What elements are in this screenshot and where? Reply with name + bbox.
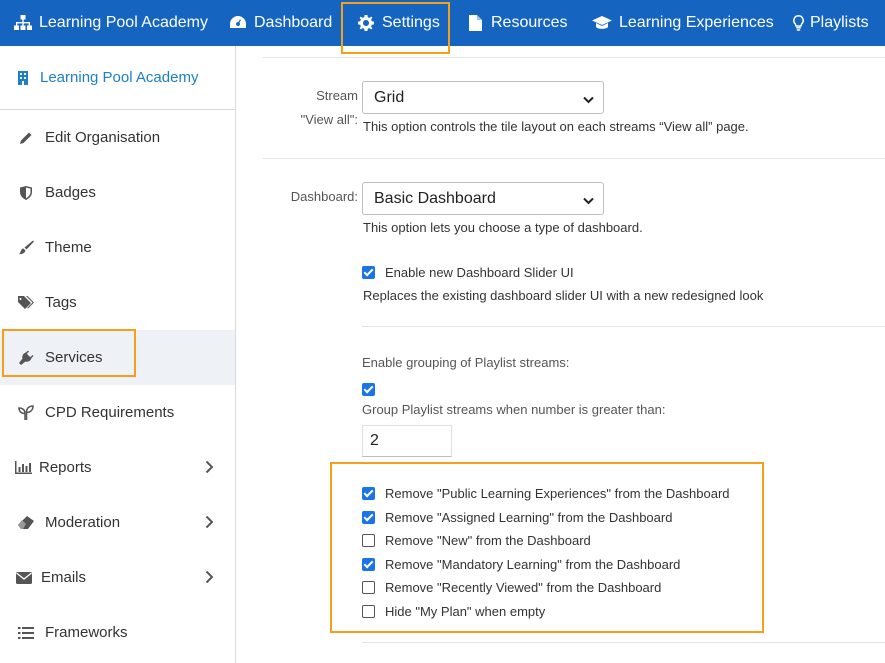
stream-view-all-select[interactable]: Grid: [362, 81, 604, 114]
divider: [263, 158, 885, 159]
chevron-down-icon: [583, 193, 594, 211]
tags-icon: [17, 295, 35, 310]
chevron-right-icon: [205, 515, 214, 531]
top-navigation-bar: Learning Pool Academy Dashboard Settings…: [0, 0, 885, 46]
select-value: Basic Dashboard: [374, 189, 496, 207]
settings-panel: Stream "View all": Grid This option cont…: [236, 46, 885, 663]
divider: [263, 57, 885, 58]
nav-playlists[interactable]: Playlists: [792, 0, 869, 46]
remove-mandatory-learning-checkbox[interactable]: [362, 558, 375, 571]
sidebar-item-emails[interactable]: Emails: [0, 550, 235, 605]
stream-label: Stream "View all":: [276, 84, 358, 132]
nav-settings[interactable]: Settings: [357, 0, 440, 46]
slider-ui-help-text: Replaces the existing dashboard slider U…: [363, 288, 764, 303]
sidebar-item-label: Tags: [45, 294, 77, 311]
sidebar-item-frameworks[interactable]: Frameworks: [0, 605, 235, 660]
nav-label: Learning Experiences: [619, 14, 774, 31]
remove-option-label: Hide "My Plan" when empty: [385, 604, 546, 619]
sidebar-header-label: Learning Pool Academy: [40, 69, 199, 86]
plug-icon: [17, 350, 35, 365]
paintbrush-icon: [17, 240, 35, 255]
sidebar-item-label: Badges: [45, 184, 96, 201]
sidebar-item-services[interactable]: Services: [0, 330, 235, 385]
nav-label: Settings: [382, 14, 440, 31]
sidebar-item-label: Theme: [45, 239, 92, 256]
grouping-title: Enable grouping of Playlist streams:: [362, 355, 570, 370]
sidebar-item-label: Reports: [39, 459, 92, 476]
sidebar-item-label: Edit Organisation: [45, 129, 161, 146]
divider: [362, 326, 885, 327]
sidebar-header[interactable]: Learning Pool Academy: [0, 46, 235, 110]
lightbulb-icon: [792, 14, 804, 32]
remove-recently-viewed-checkbox[interactable]: [362, 581, 375, 594]
sidebar-item-label: Emails: [41, 569, 87, 586]
nav-resources[interactable]: Resources: [466, 0, 567, 46]
dashboard-type-select[interactable]: Basic Dashboard: [362, 182, 604, 215]
select-value: Grid: [374, 88, 405, 106]
nav-label: Resources: [491, 14, 568, 31]
sidebar-item-cpd-requirements[interactable]: CPD Requirements: [0, 385, 235, 440]
seedling-icon: [17, 405, 35, 420]
nav-label: Playlists: [810, 14, 869, 31]
file-icon: [466, 14, 484, 32]
remove-option-label: Remove "Recently Viewed" from the Dashbo…: [385, 580, 662, 595]
list-icon: [17, 626, 35, 639]
stream-help-text: This option controls the tile layout on …: [363, 119, 749, 134]
remove-option-label: Remove "Assigned Learning" from the Dash…: [385, 510, 673, 525]
eraser-icon: [17, 516, 35, 529]
graduation-cap-icon: [592, 14, 612, 32]
sidebar-item-label: Frameworks: [45, 624, 128, 641]
remove-new-checkbox[interactable]: [362, 534, 375, 547]
slider-ui-checkbox[interactable]: [362, 266, 375, 279]
hide-my-plan-checkbox[interactable]: [362, 605, 375, 618]
grouping-checkbox[interactable]: [362, 383, 375, 396]
sidebar-item-label: CPD Requirements: [45, 404, 175, 421]
chevron-down-icon: [583, 92, 594, 110]
sidebar-item-edit-organisation[interactable]: Edit Organisation: [0, 110, 235, 165]
dashboard-help-text: This option lets you choose a type of da…: [363, 220, 643, 235]
slider-ui-label: Enable new Dashboard Slider UI: [385, 265, 574, 280]
nav-learning-experiences[interactable]: Learning Experiences: [592, 0, 774, 46]
remove-option-label: Remove "Mandatory Learning" from the Das…: [385, 557, 681, 572]
sidebar-item-label: Services: [45, 349, 103, 366]
dashboard-gauge-icon: [229, 14, 247, 32]
dashboard-label: Dashboard:: [290, 189, 358, 204]
nav-label: Dashboard: [254, 14, 333, 31]
shield-icon: [17, 185, 35, 200]
remove-assigned-learning-checkbox[interactable]: [362, 511, 375, 524]
grouping-threshold-label: Group Playlist streams when number is gr…: [362, 402, 666, 417]
sidebar-item-label: Moderation: [45, 514, 121, 531]
remove-option-label: Remove "Public Learning Experiences" fro…: [385, 486, 730, 501]
sidebar-item-moderation[interactable]: Moderation: [0, 495, 235, 550]
bar-chart-icon: [14, 461, 32, 474]
chevron-right-icon: [205, 570, 214, 586]
remove-option-label: Remove "New" from the Dashboard: [385, 533, 591, 548]
gear-icon: [357, 14, 375, 32]
grouping-threshold-input[interactable]: 2: [362, 425, 452, 457]
sidebar-item-badges[interactable]: Badges: [0, 165, 235, 220]
pencil-icon: [17, 131, 35, 145]
sitemap-icon: [14, 14, 32, 32]
stream-label-line2: "View all":: [300, 112, 358, 127]
sidebar-item-reports[interactable]: Reports: [0, 440, 235, 495]
sidebar: Learning Pool Academy Edit Organisation …: [0, 46, 236, 663]
divider: [362, 642, 885, 643]
building-icon: [18, 70, 28, 85]
envelope-icon: [15, 571, 33, 584]
remove-public-learning-experiences-checkbox[interactable]: [362, 487, 375, 500]
nav-learning-pool-academy[interactable]: Learning Pool Academy: [14, 0, 208, 46]
sidebar-item-tags[interactable]: Tags: [0, 275, 235, 330]
stream-label-line1: Stream: [316, 88, 358, 103]
chevron-right-icon: [205, 460, 214, 476]
nav-dashboard[interactable]: Dashboard: [229, 0, 332, 46]
sidebar-item-theme[interactable]: Theme: [0, 220, 235, 275]
nav-label: Learning Pool Academy: [39, 14, 208, 31]
